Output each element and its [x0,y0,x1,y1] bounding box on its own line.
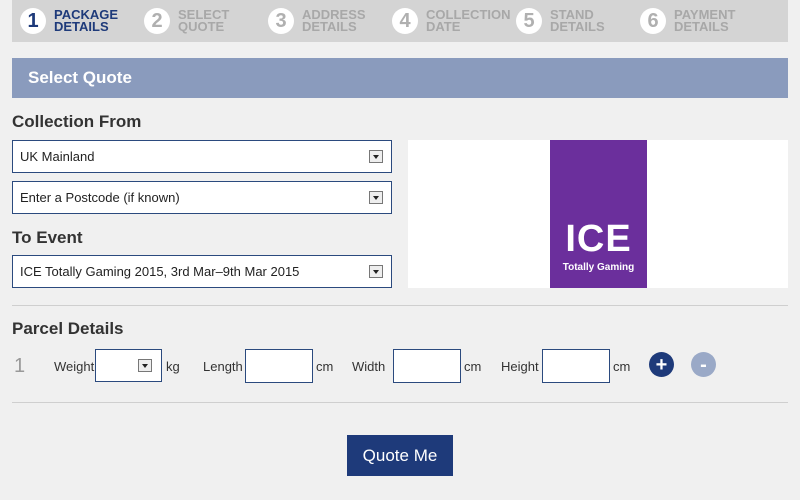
width-label: Width [352,359,386,374]
select-value: UK Mainland [20,149,95,164]
step-number: 4 [392,8,418,34]
logo-text: ICE [565,218,632,260]
step-label: ADDRESS DETAILS [302,7,366,34]
height-input[interactable] [542,349,610,383]
step-number: 6 [640,8,666,34]
step-collection-date[interactable]: 4 COLLECTION DATE [392,0,516,42]
event-logo-panel: ICE Totally Gaming [408,140,788,288]
step-label: COLLECTION DATE [426,7,511,34]
chevron-down-icon[interactable] [369,150,383,163]
length-input[interactable] [245,349,313,383]
select-value: ICE Totally Gaming 2015, 3rd Mar–9th Mar… [20,264,300,279]
step-label: SELECT QUOTE [178,7,230,34]
ice-logo: ICE Totally Gaming [550,140,647,288]
width-unit: cm [464,359,482,374]
step-select-quote[interactable]: 2 SELECT QUOTE [144,0,268,42]
step-label: PAYMENT DETAILS [674,7,736,34]
step-number: 1 [20,8,46,34]
weight-label: Weight [54,359,95,374]
step-stand-details[interactable]: 5 STAND DETAILS [516,0,640,42]
chevron-down-icon[interactable] [369,265,383,278]
add-parcel-button[interactable]: + [649,352,674,377]
divider [12,402,788,403]
parcel-heading: Parcel Details [12,319,124,338]
length-unit: cm [316,359,334,374]
event-select[interactable]: ICE Totally Gaming 2015, 3rd Mar–9th Mar… [12,255,392,288]
collection-heading: Collection From [12,112,142,131]
step-label: PACKAGE DETAILS [54,7,119,34]
divider [12,305,788,306]
width-input[interactable] [393,349,461,383]
length-label: Length [203,359,243,374]
chevron-down-icon[interactable] [138,359,152,372]
collection-region-select[interactable]: UK Mainland [12,140,392,173]
logo-subtext: Totally Gaming [562,262,635,273]
chevron-down-icon[interactable] [369,191,383,204]
postcode-select[interactable]: Enter a Postcode (if known) [12,181,392,214]
height-unit: cm [613,359,631,374]
step-number: 5 [516,8,542,34]
height-label: Height [501,359,539,374]
section-title: Select Quote [12,58,788,98]
step-payment-details[interactable]: 6 PAYMENT DETAILS [640,0,764,42]
progress-steps: 1 PACKAGE DETAILS 2 SELECT QUOTE 3 ADDRE… [12,0,788,42]
weight-unit: kg [166,359,180,374]
weight-select[interactable] [95,349,162,382]
event-heading: To Event [12,228,83,247]
quote-me-button[interactable]: Quote Me [347,435,453,476]
step-package-details[interactable]: 1 PACKAGE DETAILS [20,0,144,42]
step-label: STAND DETAILS [550,7,605,34]
parcel-row-index: 1 [14,355,26,377]
step-address-details[interactable]: 3 ADDRESS DETAILS [268,0,392,42]
select-value: Enter a Postcode (if known) [20,190,180,205]
step-number: 2 [144,8,170,34]
step-number: 3 [268,8,294,34]
remove-parcel-button[interactable]: - [691,352,716,377]
